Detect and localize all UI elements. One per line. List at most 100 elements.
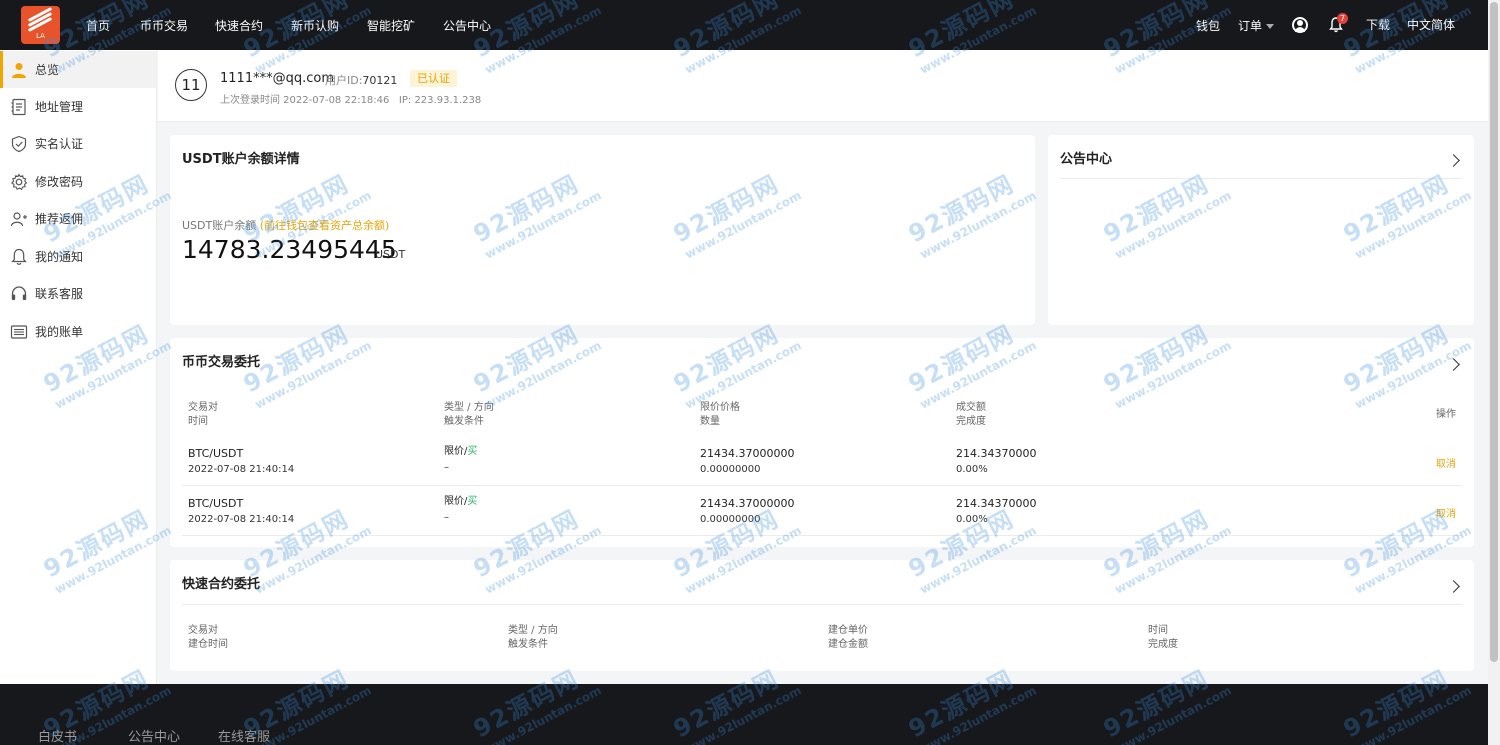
nav-new-coin[interactable]: 新币认购 [291, 17, 339, 34]
col-header-open-amount-label: 建仓金额 [828, 639, 868, 650]
row-amount: 214.34370000 [956, 447, 1037, 460]
nav-mining[interactable]: 智能挖矿 [367, 17, 415, 34]
col-header-type: 类型 / 方向 触发条件 [444, 401, 494, 429]
last-login-info: 上次登录时间 2022-07-08 22:18:46 IP: 223.93.1.… [220, 95, 482, 106]
col-header-amount-label: 成交额 [956, 402, 986, 413]
row-type: 限价 [444, 446, 464, 457]
nav-home[interactable]: 首页 [86, 17, 110, 34]
balance-label-text: USDT账户余额 [182, 219, 257, 232]
cancel-order-button[interactable]: 取消 [1436, 455, 1456, 470]
futures-orders-card: 快速合约委托 交易对 建仓时间 类型 / 方向 触发条件 建仓单价 建仓金额 时间 完成… [170, 560, 1474, 671]
page-scrollbar[interactable] [1488, 0, 1500, 745]
logo[interactable]: LA [21, 6, 60, 44]
row-amount: 214.34370000 [956, 497, 1037, 510]
address-book-icon [9, 97, 29, 117]
footer-link-support[interactable]: 在线客服 [218, 726, 270, 745]
col-header-progress-label: 完成度 [956, 416, 986, 427]
col-header-action: 操作 [1436, 409, 1456, 420]
orders-dropdown[interactable]: 订单 [1238, 17, 1275, 34]
chevron-down-icon [1266, 24, 1275, 29]
col-header-time-label: 时间 [188, 416, 208, 427]
spot-orders-card: 币币交易委托 交易对 时间 类型 / 方向 触发条件 限价价格 数量 成交额完成度 操… [170, 338, 1474, 547]
col-header-qty-label: 数量 [700, 416, 720, 427]
announcement-card-title: 公告中心 [1060, 152, 1113, 167]
row-qty: 0.00000000 [700, 514, 761, 525]
balance-card: USDT账户余额详情 USDT账户余额 (前往钱包查看资产总余额) 14783.… [170, 135, 1035, 325]
footer: 白皮书 公告中心 在线客服 [0, 684, 1488, 745]
sidebar-item-label: 我的账单 [35, 325, 84, 339]
sidebar-item-label: 总览 [35, 63, 60, 77]
scrollbar-thumb[interactable] [1490, 2, 1498, 662]
col-header-time-label: 时间 [1148, 625, 1168, 636]
footer-link-whitepaper[interactable]: 白皮书 [38, 726, 77, 745]
notification-badge: 7 [1337, 13, 1348, 24]
row-time: 2022-07-08 21:40:14 [188, 464, 295, 475]
sidebar-item-label: 推荐返佣 [35, 212, 84, 226]
user-id: 用户ID:70121 [325, 72, 397, 88]
orders-label: 订单 [1238, 19, 1263, 33]
verified-badge: 已认证 [410, 70, 457, 87]
spot-orders-title: 币币交易委托 [182, 355, 261, 370]
row-price: 21434.37000000 [700, 447, 795, 460]
sidebar-item-bills[interactable]: 我的账单 [0, 313, 157, 350]
gear-icon [9, 172, 29, 192]
account-icon[interactable] [1292, 17, 1308, 33]
shield-check-icon [9, 134, 29, 154]
cancel-order-button[interactable]: 取消 [1436, 505, 1456, 520]
col-header-pair: 交易对 时间 [188, 401, 218, 429]
sidebar-item-referral[interactable]: 推荐返佣 [0, 200, 157, 237]
user-icon [9, 60, 29, 80]
table-row-amount: 214.34370000 0.00% [956, 496, 1036, 527]
logo-stripes-icon [27, 7, 53, 32]
row-pair: BTC/USDT [188, 447, 244, 460]
col-header-trigger-label: 触发条件 [508, 639, 548, 650]
table-row-pair: BTC/USDT 2022-07-08 21:40:14 [188, 446, 294, 477]
col-header-type-label: 类型 / 方向 [508, 625, 558, 636]
footer-link-announcements[interactable]: 公告中心 [128, 726, 180, 745]
user-id-value: 70121 [362, 74, 398, 87]
col-header-open-time-label: 建仓时间 [188, 639, 228, 650]
row-qty: 0.00000000 [700, 464, 761, 475]
sidebar-item-label: 实名认证 [35, 137, 84, 151]
profile-header: 11 1111***@qq.com 用户ID:70121 已认证 上次登录时间 … [158, 50, 1488, 122]
balance-hint-link[interactable]: (前往钱包查看资产总余额) [260, 219, 390, 232]
sidebar-item-support[interactable]: 联系客服 [0, 275, 157, 312]
nav-spot-trading[interactable]: 币币交易 [140, 17, 188, 34]
balance-card-title: USDT账户余额详情 [182, 152, 300, 167]
sidebar-item-address[interactable]: 地址管理 [0, 88, 157, 125]
col-header-open-price-label: 建仓单价 [828, 625, 868, 636]
balance-value: 14783.23495445 [182, 235, 397, 264]
sidebar-item-kyc[interactable]: 实名认证 [0, 125, 157, 162]
table-row-price: 21434.37000000 0.00000000 [700, 446, 794, 477]
sidebar-item-label: 修改密码 [35, 175, 84, 189]
nav-announcements[interactable]: 公告中心 [443, 17, 491, 34]
sidebar-item-label: 我的通知 [35, 250, 84, 264]
logo-text: LA [36, 32, 45, 40]
col-header-price: 限价价格 数量 [700, 401, 740, 429]
avatar[interactable]: 11 [175, 69, 207, 101]
row-pair: BTC/USDT [188, 497, 244, 510]
sidebar-item-overview[interactable]: 总览 [0, 51, 157, 88]
sidebar-item-notifications[interactable]: 我的通知 [0, 238, 157, 275]
list-icon [9, 322, 29, 342]
top-navbar: LA 首页 币币交易 快速合约 新币认购 智能挖矿 公告中心 钱包 订单 7 下… [0, 0, 1488, 50]
row-progress: 0.00% [956, 514, 988, 525]
balance-unit: USDT [375, 248, 406, 261]
sidebar: 总览 地址管理 实名认证 修改密码 推荐返佣 我的通知 联系客服 我的账单 [0, 50, 157, 684]
wallet-link[interactable]: 钱包 [1196, 17, 1220, 34]
table-row-pair: BTC/USDT 2022-07-08 21:40:14 [188, 496, 294, 527]
divider [182, 604, 1462, 605]
language-selector[interactable]: 中文简体 [1407, 16, 1455, 33]
download-link[interactable]: 下载 [1366, 16, 1390, 33]
nav-quick-contract[interactable]: 快速合约 [215, 17, 263, 34]
row-trigger: – [444, 512, 449, 523]
chevron-right-icon[interactable] [1447, 580, 1460, 593]
sidebar-item-label: 地址管理 [35, 100, 84, 114]
row-time: 2022-07-08 21:40:14 [188, 514, 295, 525]
chevron-right-icon[interactable] [1447, 154, 1460, 167]
chevron-right-icon[interactable] [1447, 358, 1460, 371]
announcement-card: 公告中心 [1048, 135, 1474, 325]
table-row-amount: 214.34370000 0.00% [956, 446, 1036, 477]
sidebar-item-password[interactable]: 修改密码 [0, 163, 157, 200]
add-user-icon [9, 209, 29, 229]
